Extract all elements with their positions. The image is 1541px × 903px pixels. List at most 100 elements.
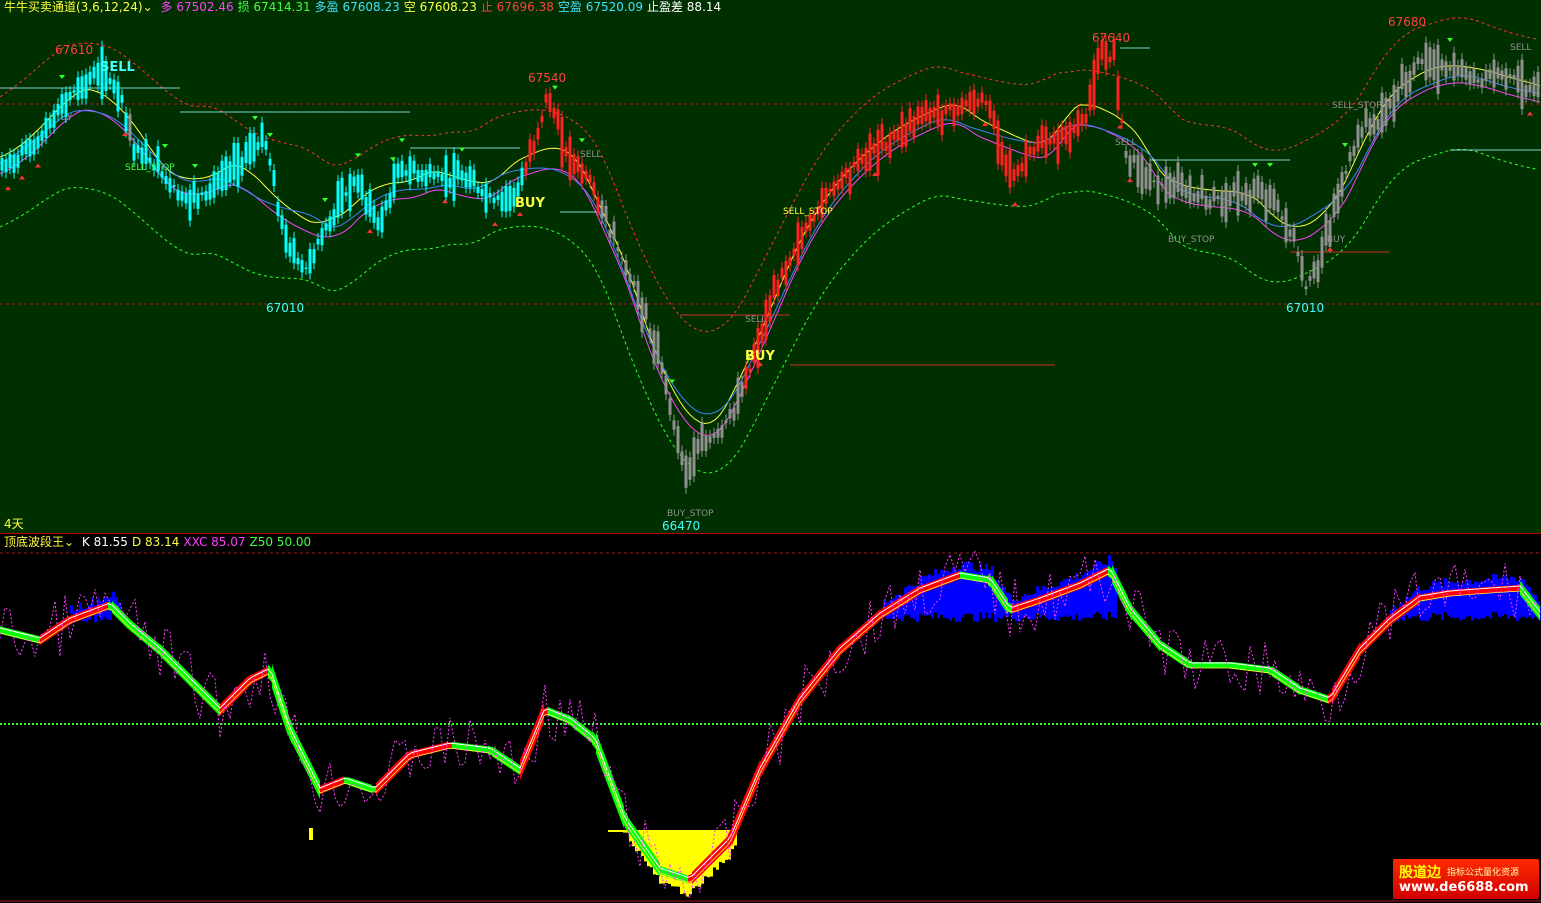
- candle-body: [60, 94, 64, 114]
- oscillator-item: D 83.14: [131, 535, 180, 549]
- candle-body: [728, 409, 732, 419]
- candle-body: [856, 148, 860, 171]
- candle-body: [1256, 175, 1260, 199]
- candle-body: [1116, 76, 1120, 111]
- candle-body: [620, 257, 624, 259]
- main-indicator-item: 止 67696.38: [480, 0, 554, 14]
- candle-body: [928, 107, 932, 123]
- sell-arrow-icon: [1447, 38, 1453, 42]
- overbought-bar: [1504, 575, 1507, 615]
- price-label-low: 67010: [1286, 301, 1324, 315]
- candle-body: [236, 143, 240, 187]
- candle-body: [240, 157, 244, 176]
- candle-body: [1028, 146, 1032, 155]
- oversold-bar: [608, 830, 611, 832]
- candle-body: [556, 109, 560, 130]
- candle-body: [128, 114, 132, 141]
- candle-body: [744, 367, 748, 389]
- candle-body: [1284, 208, 1288, 243]
- candle-body: [1272, 188, 1276, 211]
- candle-body: [220, 160, 224, 191]
- candle-body: [1108, 56, 1112, 63]
- candle-body: [1144, 167, 1148, 189]
- oscillator-name[interactable]: 顶底波段王: [4, 535, 64, 549]
- candle-body: [1420, 59, 1424, 65]
- sell-arrow-icon: [252, 116, 258, 120]
- candle-body: [1432, 49, 1436, 81]
- candle-body: [988, 100, 992, 119]
- candle-body: [984, 100, 988, 105]
- candle-body: [872, 143, 876, 154]
- candle-body: [0, 157, 4, 171]
- candle-body: [1516, 65, 1520, 93]
- candle-body: [976, 98, 980, 107]
- candle-body: [840, 171, 844, 189]
- candle-body: [468, 166, 472, 188]
- candle-body: [248, 132, 252, 165]
- candle-body: [968, 92, 972, 111]
- candle-body: [1196, 191, 1200, 203]
- candle-body: [1308, 276, 1312, 281]
- signal-label: SELL_STOP: [1332, 101, 1382, 111]
- signal-label: BUY: [1327, 235, 1346, 245]
- candle-body: [44, 117, 48, 138]
- candle-body: [200, 192, 204, 196]
- candle-body: [1476, 79, 1480, 83]
- signal-label: SELL: [580, 150, 601, 160]
- oversold-bar: [620, 830, 623, 832]
- candle-body: [1204, 195, 1208, 210]
- overbought-bar: [1474, 581, 1477, 619]
- oscillator-item: XXC 85.07: [183, 535, 246, 549]
- candle-body: [964, 100, 968, 107]
- candle-body: [296, 257, 300, 265]
- candle-body: [4, 159, 8, 173]
- dropdown-chevron-icon[interactable]: ⌄: [64, 535, 74, 549]
- buy-arrow-icon: [1527, 111, 1533, 116]
- candle-body: [836, 180, 840, 190]
- oversold-bar: [698, 830, 701, 887]
- main-indicator-name[interactable]: 牛牛买卖通道(3,6,12,24): [4, 0, 143, 14]
- candle-body: [1172, 176, 1176, 199]
- ribbon-up-segment: [52, 624, 56, 637]
- candle-body: [264, 141, 268, 150]
- ribbon-up-segment: [856, 626, 860, 642]
- overbought-bar: [70, 605, 73, 614]
- candle-body: [720, 425, 724, 438]
- candle-body: [16, 154, 20, 168]
- candle-body: [852, 162, 856, 168]
- candle-body: [124, 112, 128, 132]
- candle-body: [1252, 178, 1256, 198]
- candle-body: [844, 168, 848, 178]
- candle-body: [1376, 119, 1380, 130]
- candle-body: [636, 280, 640, 310]
- candle-body: [1528, 84, 1532, 92]
- candle-body: [1320, 236, 1324, 268]
- overbought-bar: [1468, 579, 1471, 617]
- candle-body: [32, 139, 36, 155]
- candle-body: [1520, 59, 1524, 110]
- candle-body: [884, 142, 888, 152]
- candle-body: [1012, 169, 1016, 181]
- ribbon-up-segment: [868, 616, 872, 632]
- candle-body: [1360, 127, 1364, 138]
- candle-body: [1212, 186, 1216, 202]
- candle-body: [1332, 193, 1336, 218]
- candle-body: [1488, 69, 1492, 79]
- candle-body: [440, 173, 444, 182]
- overbought-bar: [1489, 580, 1492, 619]
- oversold-bar: [623, 830, 626, 833]
- dropdown-chevron-icon[interactable]: ⌄: [143, 0, 153, 14]
- ribbon-down-segment: [1176, 650, 1180, 664]
- candle-body: [1040, 125, 1044, 148]
- buy-arrow-icon: [1012, 202, 1018, 206]
- candle-body: [824, 187, 828, 204]
- candle-body: [1532, 76, 1536, 97]
- sell-arrow-icon: [322, 198, 328, 202]
- candle-body: [476, 187, 480, 194]
- candle-body: [452, 153, 456, 201]
- sell-arrow-icon: [459, 147, 465, 152]
- ribbon-up-segment: [840, 640, 844, 656]
- candle-body: [524, 162, 528, 175]
- candle-body: [348, 173, 352, 212]
- candle-body: [1216, 195, 1220, 199]
